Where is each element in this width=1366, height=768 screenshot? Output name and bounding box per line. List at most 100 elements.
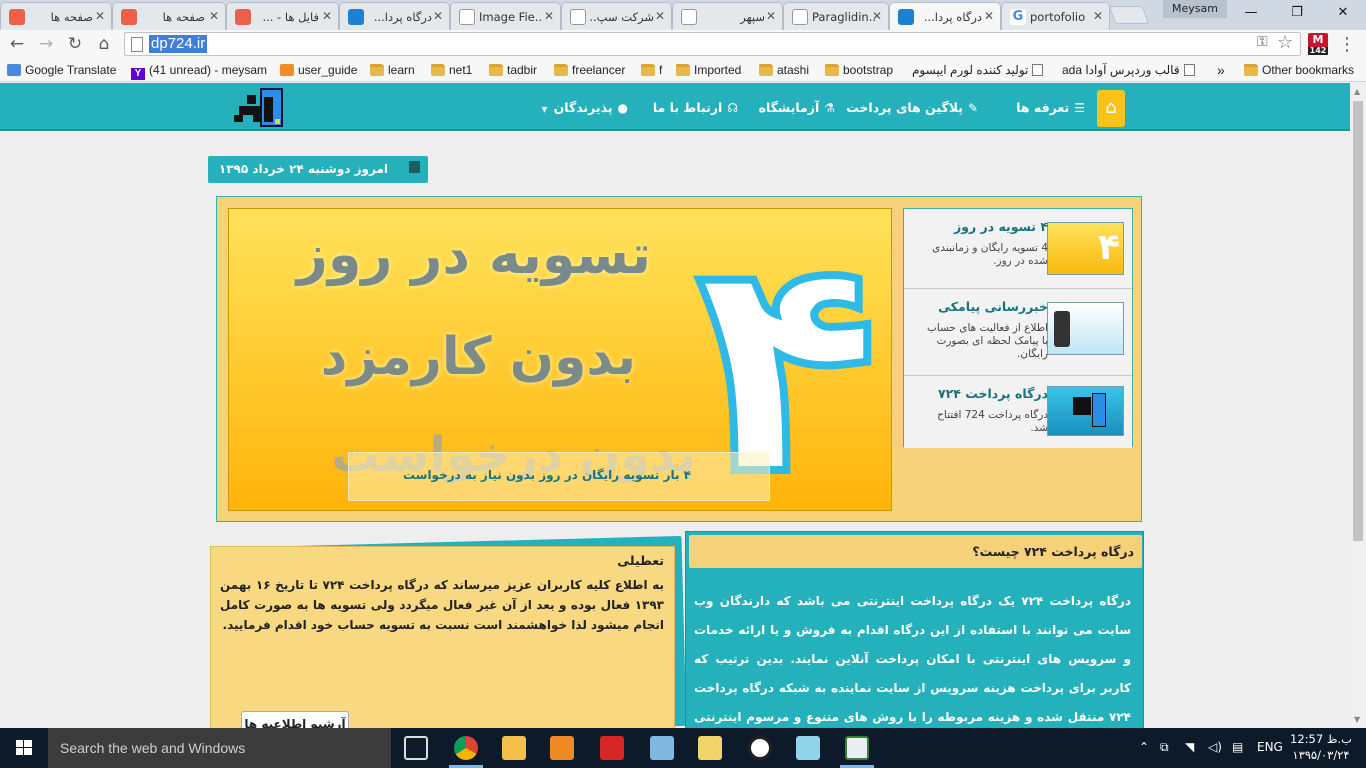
about-body: درگاه پرداخت ۷۲۴ یک درگاه پرداخت اینترنت… (694, 594, 1131, 724)
close-icon[interactable]: ✕ (209, 9, 219, 23)
browser-tab[interactable]: G portofolio ✕ (1001, 2, 1110, 30)
archive-button[interactable]: آرشیو اطلاعیه ها (241, 711, 349, 728)
notice-card: تعطیلی به اطلاع کلیه کاربران عزیز میرسان… (210, 546, 675, 728)
bookmark-item[interactable]: Imported (676, 62, 741, 78)
nav-item-contact[interactable]: ☊ارتباط با ما (653, 99, 738, 117)
bookmark-item[interactable]: قالب وردپرس آوادا ada (1062, 62, 1195, 78)
bookmark-item[interactable]: freelancer (554, 62, 625, 78)
volume-icon[interactable]: ◁) (1208, 740, 1222, 754)
slider-thumb-item[interactable]: خبررسانی پیامکی اطلاع از فعالیت های حساب… (904, 289, 1132, 376)
acrobat-icon[interactable] (600, 736, 624, 760)
taskbar-clock[interactable]: 12:57 ب.ظ ۱۳۹۵/۰۳/۲۴ (1285, 731, 1357, 763)
address-bar[interactable]: dp724.ir ⚿ ☆ (124, 32, 1301, 56)
browser-tab[interactable]: Paraglidin... ✕ (783, 2, 889, 30)
reload-icon[interactable]: ↻ (64, 33, 86, 55)
tab-title: درگاه پردا... (923, 10, 982, 24)
bookmark-item[interactable]: learn (370, 62, 415, 78)
folder-app-icon[interactable] (698, 736, 722, 760)
home-icon[interactable]: ⌂ (93, 33, 115, 55)
network-device-icon[interactable]: ⧉ (1160, 740, 1169, 755)
app-icon[interactable] (650, 736, 674, 760)
taskbar-search[interactable]: Search the web and Windows (48, 728, 391, 768)
bookmark-item[interactable]: tadbir (489, 62, 537, 78)
other-bookmarks[interactable]: Other bookmarks (1244, 62, 1354, 78)
forward-icon[interactable]: → (35, 33, 57, 55)
chrome-icon[interactable] (454, 736, 478, 760)
nav-item-tariffs[interactable]: ☰تعرفه ها (1016, 99, 1085, 117)
folder-icon (489, 64, 503, 76)
bookmark-item[interactable]: bootstrap (825, 62, 893, 78)
clock-app-icon[interactable] (748, 736, 772, 760)
page-icon (131, 37, 143, 52)
browser-tab[interactable]: صفحه ها ✕ (0, 2, 112, 30)
slider-thumb-item[interactable]: درگاه پرداخت ۷۲۴ درگاه پرداخت 724 افتتاح… (904, 376, 1132, 448)
close-icon[interactable]: ✕ (1093, 9, 1103, 23)
folder-icon (370, 64, 384, 76)
windows-start-icon[interactable] (0, 728, 48, 768)
gmail-extension-icon[interactable]: M 142 (1308, 33, 1328, 55)
browser-tab[interactable]: درگاه پردا... ✕ (339, 2, 450, 30)
scroll-up-icon[interactable]: ▲ (1354, 87, 1362, 96)
tab-title: صفحه ها (162, 10, 205, 24)
key-icon[interactable]: ⚿ (1257, 34, 1268, 50)
close-icon[interactable]: ✕ (433, 9, 443, 23)
bookmark-item[interactable]: user_guide (280, 62, 357, 78)
excel-icon[interactable] (845, 736, 869, 760)
close-icon[interactable]: ✕ (322, 9, 332, 23)
wifi-icon[interactable]: ◥ (1185, 740, 1194, 754)
bookmark-item[interactable]: f (641, 62, 662, 78)
file-explorer-icon[interactable] (502, 736, 526, 760)
tray-chevron-icon[interactable]: ⌃ (1139, 740, 1149, 754)
task-view-icon[interactable] (404, 736, 428, 760)
bookmark-item[interactable]: Google Translate (7, 62, 116, 78)
page-icon (1183, 64, 1195, 76)
dp724-icon[interactable] (796, 736, 820, 760)
menu-icon[interactable]: ⋮ (1338, 34, 1356, 55)
bookmark-item[interactable]: Y (41 unread) - meysam (131, 62, 267, 80)
url-text[interactable]: dp724.ir (149, 35, 208, 53)
browser-tab[interactable]: شرکت سپ... ✕ (561, 2, 672, 30)
close-icon[interactable]: ✕ (544, 9, 554, 23)
maximize-icon[interactable]: ❐ (1274, 0, 1320, 26)
close-icon[interactable]: ✕ (872, 9, 882, 23)
language-indicator[interactable]: ENG (1257, 740, 1283, 754)
notice-body: به اطلاع کلیه کاربران عزیز میرساند که در… (220, 578, 664, 632)
nav-item-merchants[interactable]: ●پذیرندگان▼ (541, 99, 628, 117)
browser-tab[interactable]: Image Fie... ✕ (450, 2, 561, 30)
page-scrollbar[interactable]: ▲ ▼ (1350, 83, 1366, 728)
back-icon[interactable]: ← (6, 33, 28, 55)
media-player-icon[interactable] (550, 736, 574, 760)
minimize-icon[interactable]: — (1228, 0, 1274, 26)
bookmark-item[interactable]: تولید کننده لورم ایپسوم (912, 62, 1044, 78)
scroll-thumb[interactable] (1353, 101, 1363, 541)
bookmark-item[interactable]: atashi (759, 62, 809, 78)
close-icon[interactable]: ✕ (984, 9, 994, 23)
close-icon[interactable]: ✕ (766, 9, 776, 23)
favicon-icon (898, 9, 914, 25)
thumb-image: ۴ (1047, 222, 1124, 275)
close-icon[interactable]: ✕ (655, 9, 665, 23)
favicon-icon (121, 9, 137, 25)
close-window-icon[interactable]: ✕ (1320, 0, 1366, 26)
home-button[interactable]: ⌂ (1097, 90, 1125, 127)
slider-banner[interactable]: تسویه در روز بدون کارمزد بدون درخواست ۴ … (228, 208, 892, 511)
nav-item-plugins[interactable]: ✎پلاگین های پرداخت (846, 99, 978, 117)
thumb-image (1047, 302, 1124, 355)
star-icon[interactable]: ☆ (1277, 32, 1293, 53)
profile-button[interactable]: Meysam (1163, 0, 1227, 18)
scroll-down-icon[interactable]: ▼ (1354, 715, 1362, 724)
notifications-icon[interactable]: ▤ (1232, 740, 1243, 754)
nav-item-lab[interactable]: ⚗آزمایشگاه (759, 99, 835, 117)
new-tab-button[interactable] (1108, 6, 1150, 24)
browser-tab[interactable]: صفحه ها ✕ (112, 2, 226, 30)
slider-thumb-item[interactable]: ۴ ۴ تسویه در روز 4 تسویه رایگان و زمانبن… (904, 209, 1132, 289)
browser-tab[interactable]: فایل ها - ... ✕ (226, 2, 339, 30)
browser-tab[interactable]: سپهر ✕ (672, 2, 783, 30)
bookmarks-overflow-button[interactable]: » (1217, 62, 1225, 78)
close-icon[interactable]: ✕ (95, 9, 105, 23)
site-logo[interactable] (234, 87, 284, 128)
tab-title: سپهر (740, 10, 765, 24)
slider-thumbnails: ۴ ۴ تسویه در روز 4 تسویه رایگان و زمانبن… (903, 208, 1133, 448)
browser-tab-active[interactable]: درگاه پردا... ✕ (889, 2, 1001, 30)
bookmark-item[interactable]: net1 (431, 62, 472, 78)
